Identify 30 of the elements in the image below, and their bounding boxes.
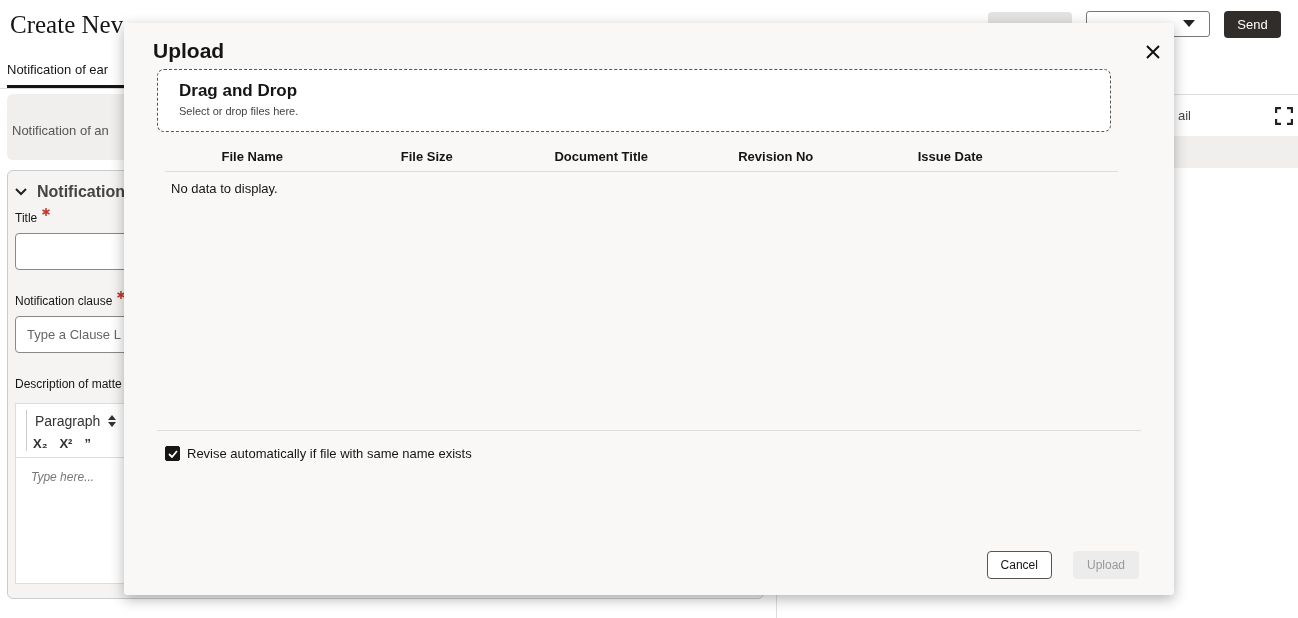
summary-text: Notification of an: [12, 122, 109, 138]
dialog-title: Upload: [153, 39, 225, 63]
chevron-icon[interactable]: [15, 187, 27, 197]
page-title: Create Nev: [10, 11, 124, 39]
drop-zone-hint: Select or drop files here.: [179, 105, 300, 117]
toolbar-icon[interactable]: X²: [59, 436, 73, 451]
send-button[interactable]: Send: [1224, 10, 1281, 38]
column-header: Document Title: [553, 149, 650, 164]
fullscreen-icon[interactable]: [1275, 106, 1293, 125]
toolbar-icon[interactable]: X₂: [33, 436, 48, 451]
column-header: Issue Date: [916, 149, 984, 164]
column-header: File Size: [399, 149, 454, 164]
dialog-button[interactable]: Cancel: [986, 551, 1052, 579]
drop-zone-title: Drag and Drop: [179, 81, 299, 101]
caret-icon: [1183, 20, 1195, 28]
empty-message: No data to display.: [171, 181, 279, 196]
close-icon[interactable]: [1146, 45, 1160, 59]
field-label: Description of matte: [15, 377, 122, 391]
checkbox-label: Revise automatically if file with same name exists: [187, 446, 472, 461]
column-header: Revision No: [737, 149, 815, 164]
toolbar-icon[interactable]: ”: [84, 436, 91, 451]
field-label: Title: [15, 211, 38, 225]
checkbox[interactable]: [165, 446, 180, 461]
field-label: Notification clause: [15, 294, 113, 308]
column-header: File Name: [220, 149, 284, 164]
drop-zone[interactable]: Drag and Drop Select or drop files here.: [157, 69, 1111, 132]
tab[interactable]: ail: [1178, 108, 1191, 123]
section-title: Notification: [37, 183, 125, 201]
editor-placeholder: Type here...: [31, 470, 95, 484]
updown-icon: [108, 415, 117, 427]
